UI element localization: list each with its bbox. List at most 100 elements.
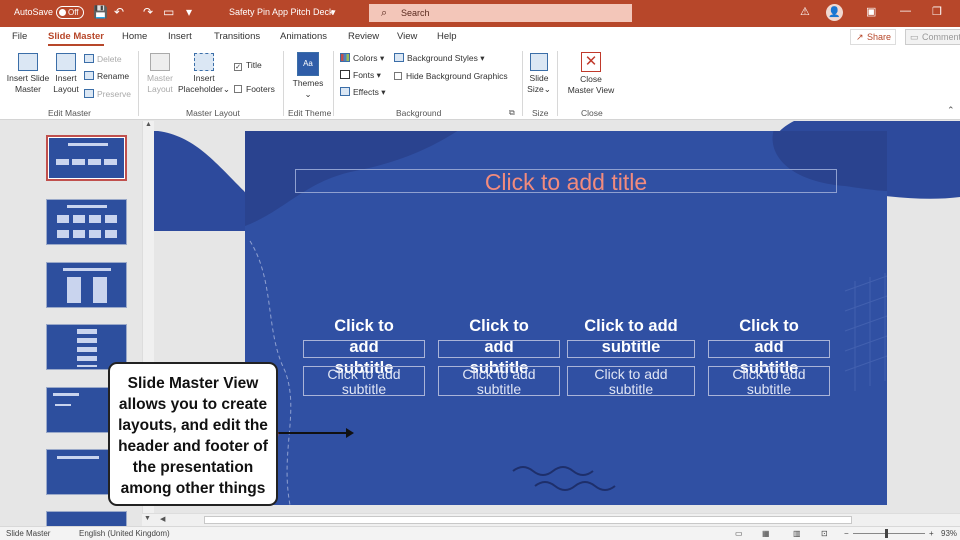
- tab-file[interactable]: File: [12, 31, 27, 42]
- slide[interactable]: Click to add title Click to add subtitle…: [245, 131, 887, 505]
- delete-button[interactable]: Delete: [84, 54, 122, 65]
- effects-label: Effects: [353, 87, 379, 97]
- search-box[interactable]: ⌕ Search: [369, 4, 632, 22]
- chevron-down-icon: ⌄: [304, 89, 312, 99]
- scroll-down-icon[interactable]: ▼: [144, 515, 151, 522]
- effects-button[interactable]: Effects ▾: [340, 87, 385, 98]
- heading-placeholder-box[interactable]: [303, 340, 425, 358]
- tab-review[interactable]: Review: [348, 31, 379, 42]
- tab-help[interactable]: Help: [437, 31, 457, 42]
- subtitle-column[interactable]: Click to add subtitle Click to add subti…: [567, 316, 695, 397]
- thumb-line: [57, 230, 117, 238]
- thumb-line: [53, 393, 79, 396]
- preserve-label: Preserve: [97, 89, 132, 99]
- rename-button[interactable]: Rename: [84, 71, 129, 82]
- rename-icon: [84, 71, 94, 80]
- heading-placeholder-box[interactable]: [438, 340, 560, 358]
- save-icon[interactable]: 💾: [93, 5, 108, 19]
- comments-button[interactable]: Comments: [905, 29, 960, 45]
- avatar[interactable]: 👤: [826, 4, 843, 21]
- subtitle-column[interactable]: Click to add subtitle Click to add subti…: [303, 316, 425, 397]
- insert-layout-button[interactable]: Insert Layout: [52, 53, 80, 95]
- document-title[interactable]: Safety Pin App Pitch Deck: [229, 7, 334, 17]
- preserve-button[interactable]: Preserve: [84, 89, 131, 100]
- insert-slide-master-button[interactable]: Insert Slide Master: [6, 53, 50, 95]
- autosave-toggle[interactable]: Off: [56, 6, 84, 19]
- dialog-launcher-icon[interactable]: ⧉: [509, 108, 515, 118]
- slide-thumbnail[interactable]: [46, 511, 127, 526]
- slide-sorter-icon[interactable]: ▦: [762, 529, 770, 538]
- heading-placeholder-box[interactable]: [567, 340, 695, 358]
- reading-view-icon[interactable]: ▥: [793, 529, 801, 538]
- thumb-line: [63, 268, 111, 271]
- title-placeholder[interactable]: Click to add title: [295, 169, 837, 194]
- insert-placeholder-button[interactable]: Insert Placeholder⌄: [178, 53, 230, 95]
- title-checkbox-label: Title: [246, 60, 262, 70]
- zoom-in-icon[interactable]: +: [929, 529, 934, 538]
- subtitle-placeholder[interactable]: Click to add subtitle: [303, 366, 425, 397]
- scroll-up-icon[interactable]: ▲: [145, 121, 152, 128]
- themes-button[interactable]: Aa Themes ⌄: [290, 52, 326, 100]
- share-button[interactable]: Share: [850, 29, 896, 45]
- present-icon[interactable]: ▭: [163, 5, 174, 19]
- undo-icon[interactable]: ↶: [114, 5, 124, 19]
- warning-icon[interactable]: ⚠: [800, 5, 810, 18]
- subtitle-column[interactable]: Click to add subtitle Click to add subti…: [708, 316, 830, 397]
- themes-label: Themes: [292, 78, 324, 88]
- slide-thumbnail[interactable]: [46, 135, 127, 181]
- slide-master-icon: [18, 53, 38, 71]
- zoom-out-icon[interactable]: −: [844, 529, 849, 538]
- subtitle-placeholder[interactable]: Click to add subtitle: [708, 366, 830, 397]
- thumb-line: [67, 277, 81, 303]
- slide-thumbnail[interactable]: [46, 199, 127, 245]
- zoom-slider-thumb[interactable]: [885, 529, 888, 538]
- footers-check-box: [234, 85, 242, 93]
- hide-background-checkbox[interactable]: Hide Background Graphics: [394, 71, 508, 82]
- scroll-left-icon[interactable]: ◀: [160, 515, 165, 523]
- collapse-ribbon-icon[interactable]: ⌃: [947, 105, 955, 116]
- group-label-close: Close: [581, 108, 603, 118]
- tab-slide-master[interactable]: Slide Master: [48, 31, 104, 46]
- scrollbar-thumb[interactable]: [204, 516, 852, 524]
- subtitle-line: Click to add: [327, 366, 401, 382]
- title-dropdown-icon[interactable]: ▾: [331, 7, 336, 18]
- insert-layout-label-2: Layout: [53, 84, 79, 94]
- slide-thumbnail[interactable]: [46, 262, 127, 308]
- minimize-icon[interactable]: —: [900, 5, 911, 17]
- tab-view[interactable]: View: [397, 31, 417, 42]
- tab-animations[interactable]: Animations: [280, 31, 327, 42]
- normal-view-icon[interactable]: ▭: [735, 529, 743, 538]
- group-label-edit-master: Edit Master: [48, 108, 91, 118]
- redo-icon[interactable]: ↷: [143, 5, 153, 19]
- thumb-line: [56, 159, 120, 165]
- close-master-view-button[interactable]: ✕ Close Master View: [565, 52, 617, 96]
- chevron-down-icon: ⌄: [222, 84, 231, 94]
- horizontal-scrollbar[interactable]: ▼ ◀: [142, 513, 960, 526]
- thumb-line: [77, 329, 97, 367]
- subtitle-placeholder[interactable]: Click to add subtitle: [438, 366, 560, 397]
- tab-transitions[interactable]: Transitions: [214, 31, 260, 42]
- title-checkbox[interactable]: ✓ Title: [234, 60, 262, 71]
- heading-placeholder-box[interactable]: [708, 340, 830, 358]
- thumb-line: [55, 404, 71, 406]
- colors-button[interactable]: Colors ▾: [340, 53, 384, 64]
- customize-qat-icon[interactable]: ▾: [186, 5, 192, 19]
- tab-insert[interactable]: Insert: [168, 31, 192, 42]
- subtitle-column[interactable]: Click to add subtitle Click to add subti…: [438, 316, 560, 397]
- subtitle-placeholder[interactable]: Click to add subtitle: [567, 366, 695, 397]
- master-layout-icon: [150, 53, 170, 71]
- slideshow-icon[interactable]: ⊡: [821, 529, 828, 538]
- tab-home[interactable]: Home: [122, 31, 147, 42]
- footers-checkbox[interactable]: Footers: [234, 84, 275, 95]
- language-label[interactable]: English (United Kingdom): [79, 529, 170, 538]
- fonts-button[interactable]: Fonts ▾: [340, 70, 381, 81]
- slide-size-button[interactable]: Slide Size⌄: [527, 53, 551, 95]
- background-styles-button[interactable]: Background Styles ▾: [394, 53, 485, 64]
- ribbon-display-icon[interactable]: ▣: [866, 5, 876, 18]
- restore-icon[interactable]: ❐: [932, 5, 942, 18]
- insert-layout-label-1: Insert: [55, 73, 77, 83]
- insert-placeholder-label-2: Placeholder: [178, 84, 223, 94]
- zoom-level[interactable]: 93%: [941, 529, 957, 538]
- master-layout-button[interactable]: Master Layout: [144, 53, 176, 95]
- zoom-slider[interactable]: [853, 533, 925, 534]
